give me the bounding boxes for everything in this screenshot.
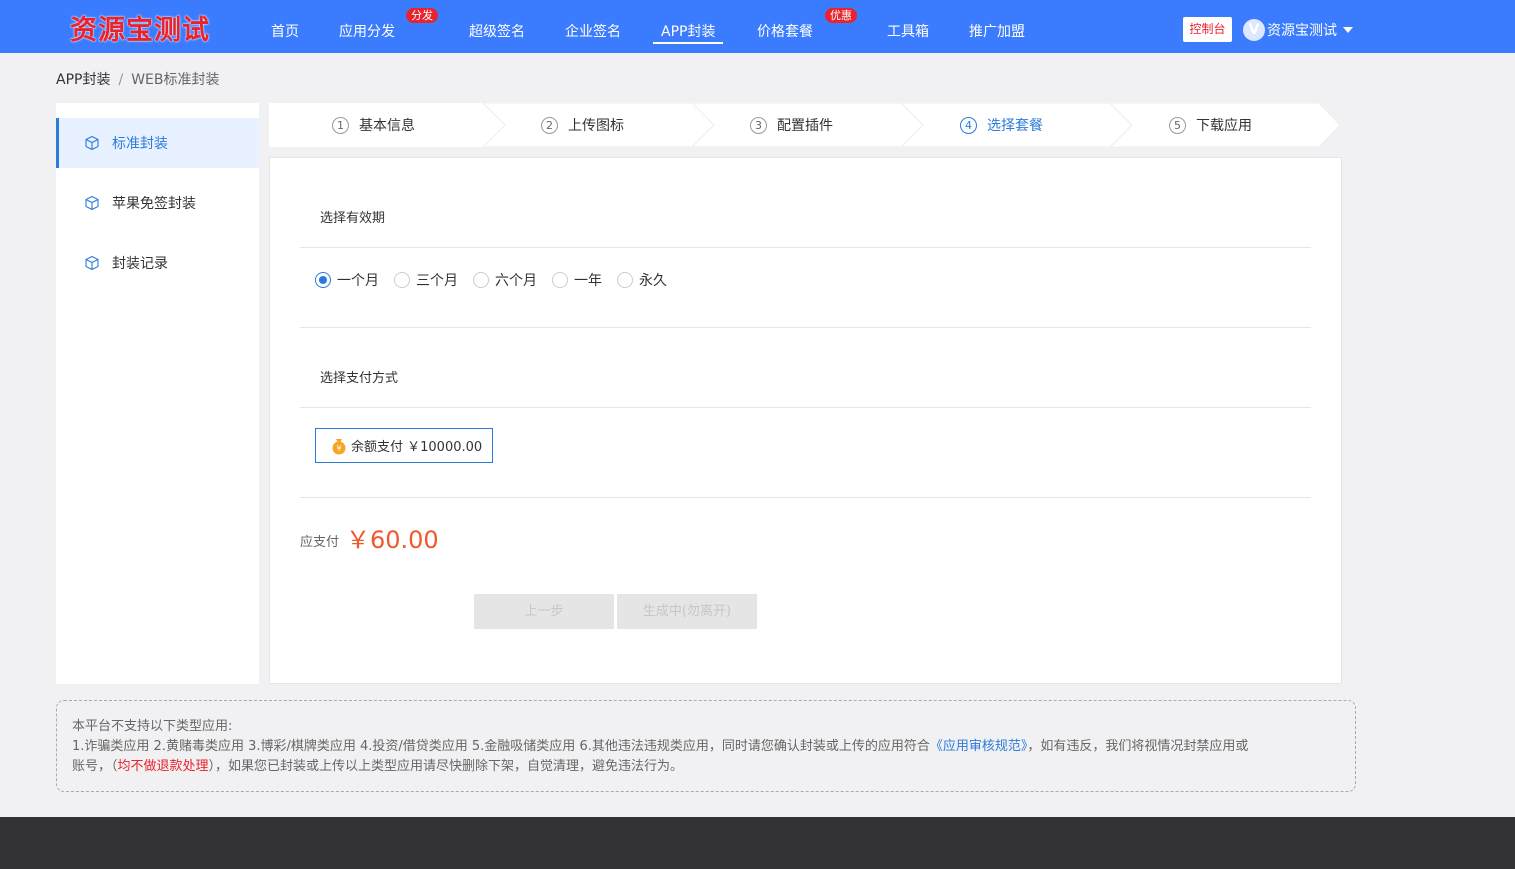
svg-text:¥: ¥ xyxy=(336,444,341,453)
divider xyxy=(300,327,1311,328)
radio-circle[interactable] xyxy=(315,272,331,288)
radio-circle[interactable] xyxy=(473,272,489,288)
step-basic-info: 1 基本信息 xyxy=(332,103,415,147)
top-navbar: 资源宝测试 首页 应用分发 分发 超级签名 企业签名 APP封装 价格套餐 优惠… xyxy=(0,0,1515,53)
policy-notice: 本平台不支持以下类型应用: 1.诈骗类应用 2.黄赌毒类应用 3.博彩/棋牌类应… xyxy=(56,700,1356,792)
radio-label: 一年 xyxy=(574,273,602,289)
nav-affiliate[interactable]: 推广加盟 xyxy=(969,21,1025,41)
radio-circle[interactable] xyxy=(394,272,410,288)
nav-enterprise-signature[interactable]: 企业签名 xyxy=(565,21,621,41)
total-label: 应支付 xyxy=(300,535,340,550)
radio-three-months[interactable]: 三个月 xyxy=(394,270,458,290)
cube-icon xyxy=(85,255,99,271)
review-guidelines-link[interactable]: 《应用审核规范》 xyxy=(930,739,1028,754)
step-number: 2 xyxy=(541,116,558,134)
radio-label: 六个月 xyxy=(495,273,537,289)
user-menu[interactable]: V 资源宝测试 xyxy=(1243,19,1353,41)
page-footer xyxy=(0,817,1515,869)
nav-badge-distribution: 分发 xyxy=(406,8,438,23)
prev-step-button[interactable]: 上一步 xyxy=(474,594,614,629)
step-configure-plugins: 3 配置插件 xyxy=(750,103,833,147)
validity-title: 选择有效期 xyxy=(320,211,386,226)
radio-one-month[interactable]: 一个月 xyxy=(315,270,379,290)
notice-text: ，如有违反，我们将视情况封禁应用或 xyxy=(1027,739,1249,754)
nav-home[interactable]: 首页 xyxy=(271,21,299,41)
notice-text: 1.诈骗类应用 2.黄赌毒类应用 3.博彩/棋牌类应用 4.投资/借贷类应用 5… xyxy=(72,739,930,754)
radio-permanent[interactable]: 永久 xyxy=(617,270,667,290)
chevron-down-icon xyxy=(1343,27,1353,33)
step-number: 5 xyxy=(1169,116,1186,134)
step-label: 基本信息 xyxy=(359,118,415,134)
sidebar: 标准封装 苹果免签封装 封装记录 xyxy=(56,103,259,684)
step-indicator: 1 基本信息 2 上传图标 3 配置插件 4 选择套餐 5 下载应用 xyxy=(269,103,1341,147)
nav-toolbox[interactable]: 工具箱 xyxy=(887,21,929,41)
step-select-plan: 4 选择套餐 xyxy=(960,103,1043,147)
step-label: 上传图标 xyxy=(568,118,624,134)
avatar: V xyxy=(1243,19,1265,41)
sidebar-item-label: 封装记录 xyxy=(112,256,168,272)
breadcrumb-separator: / xyxy=(118,72,124,88)
no-refund-warning: 均不做退款处理 xyxy=(117,759,209,774)
step-download-app: 5 下载应用 xyxy=(1169,103,1252,147)
sidebar-item-label: 苹果免签封装 xyxy=(112,196,196,212)
payment-title: 选择支付方式 xyxy=(320,371,399,386)
breadcrumb-root[interactable]: APP封装 xyxy=(56,72,110,88)
validity-radio-group: 一个月 三个月 六个月 一年 永久 xyxy=(315,270,682,290)
radio-circle[interactable] xyxy=(617,272,633,288)
step-number: 4 xyxy=(960,116,977,134)
divider xyxy=(300,497,1311,498)
radio-one-year[interactable]: 一年 xyxy=(552,270,602,290)
radio-six-months[interactable]: 六个月 xyxy=(473,270,537,290)
cube-icon xyxy=(85,195,99,211)
username: 资源宝测试 xyxy=(1267,23,1337,39)
step-upload-icon: 2 上传图标 xyxy=(541,103,624,147)
notice-text: ），如果您已封装或上传以上类型应用请尽快删除下架，自觉清理，避免违法行为。 xyxy=(208,759,684,774)
cube-icon xyxy=(85,135,99,151)
breadcrumb: APP封装 / WEB标准封装 xyxy=(56,69,219,89)
nav-app-distribution[interactable]: 应用分发 xyxy=(339,21,395,41)
radio-label: 一个月 xyxy=(337,273,379,289)
notice-text: 账号，（ xyxy=(72,759,118,774)
balance-payment-option[interactable]: ¥ 余额支付 ￥10000.00 xyxy=(315,428,493,463)
sidebar-item-label: 标准封装 xyxy=(112,136,168,152)
nav-badge-discount: 优惠 xyxy=(825,8,857,23)
console-button[interactable]: 控制台 xyxy=(1183,17,1232,42)
divider xyxy=(300,407,1311,408)
notice-body: 1.诈骗类应用 2.黄赌毒类应用 3.博彩/棋牌类应用 4.投资/借贷类应用 5… xyxy=(72,737,1340,757)
radio-circle[interactable] xyxy=(552,272,568,288)
step-label: 配置插件 xyxy=(777,118,833,134)
divider xyxy=(300,247,1311,248)
generate-button[interactable]: 生成中(勿离开) xyxy=(617,594,757,629)
step-label: 选择套餐 xyxy=(987,118,1043,134)
step-label: 下载应用 xyxy=(1196,118,1252,134)
payment-method-label: 余额支付 ￥10000.00 xyxy=(351,440,483,455)
step-number: 3 xyxy=(750,116,767,134)
plan-selection-panel: 选择有效期 一个月 三个月 六个月 一年 永久 选择支付方式 ¥ 余额支付 ￥1… xyxy=(269,157,1342,684)
site-logo[interactable]: 资源宝测试 xyxy=(70,8,210,47)
breadcrumb-current: WEB标准封装 xyxy=(131,72,220,88)
sidebar-item-apple-no-sign[interactable]: 苹果免签封装 xyxy=(56,178,259,228)
radio-label: 永久 xyxy=(639,273,667,289)
notice-body-continued: 账号，（均不做退款处理），如果您已封装或上传以上类型应用请尽快删除下架，自觉清理… xyxy=(72,757,1340,777)
nav-app-packaging[interactable]: APP封装 xyxy=(652,21,725,44)
sidebar-item-standard[interactable]: 标准封装 xyxy=(56,118,259,168)
notice-heading: 本平台不支持以下类型应用: xyxy=(72,719,233,734)
sidebar-item-records[interactable]: 封装记录 xyxy=(56,238,259,288)
step-number: 1 xyxy=(332,116,349,134)
nav-pricing[interactable]: 价格套餐 xyxy=(757,21,813,41)
nav-super-signature[interactable]: 超级签名 xyxy=(469,21,525,41)
radio-label: 三个月 xyxy=(416,273,458,289)
total-amount: ￥60.00 xyxy=(346,526,439,554)
money-bag-icon: ¥ xyxy=(332,438,346,454)
